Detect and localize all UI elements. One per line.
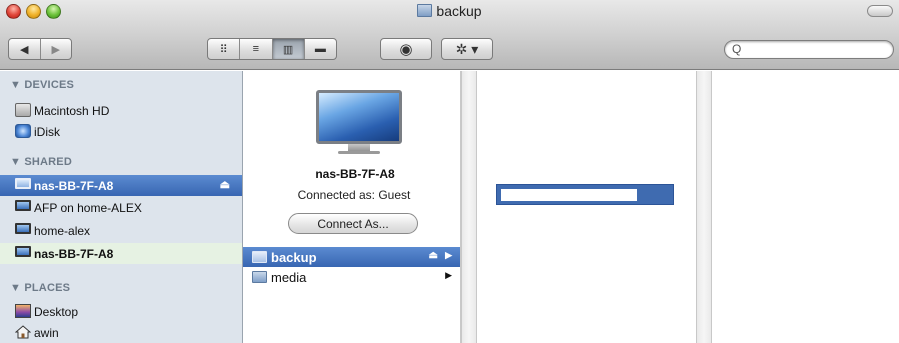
quick-look-button[interactable]: ◉	[380, 38, 432, 60]
back-button[interactable]: ◀	[9, 43, 40, 56]
sidebar-item-label: iDisk	[34, 124, 60, 139]
share-item-media[interactable]: media ▶	[243, 267, 460, 287]
toggle-toolbar-button[interactable]	[867, 5, 893, 17]
sidebar-item-desktop[interactable]: Desktop	[0, 301, 242, 322]
loading-progress-bar	[496, 184, 674, 205]
home-icon	[14, 325, 32, 339]
network-folder-icon	[417, 4, 433, 17]
column-resize-handle[interactable]	[461, 71, 477, 343]
sidebar-item-label: Desktop	[34, 304, 79, 319]
search-field[interactable]: Q	[724, 40, 894, 59]
sidebar-item-awin[interactable]: awin	[0, 322, 242, 343]
eye-icon: ◉	[399, 41, 413, 58]
finder-window: backup ◀ ▶ ⠿ ≡ ▥ ▬ ◉ ✲ ▾ Q ▼ DEVICES Mac…	[0, 0, 899, 343]
column-server: nas-BB-7F-A8 Connected as: Guest Connect…	[243, 71, 461, 343]
gear-icon: ✲ ▾	[455, 40, 479, 57]
share-item-backup[interactable]: backup ⏏ ▶	[243, 247, 460, 267]
sidebar-item-home-alex[interactable]: home-alex	[0, 220, 242, 241]
coverflow-view-button[interactable]: ▬	[305, 39, 336, 59]
window-title-bar: backup	[0, 3, 899, 19]
sidebar-item-label: nas-BB-7F-A8	[34, 178, 114, 193]
back-forward-buttons: ◀ ▶	[8, 38, 72, 60]
sidebar-item-idisk[interactable]: iDisk	[0, 121, 242, 142]
icon-view-button[interactable]: ⠿	[208, 39, 241, 59]
disclosure-arrow-icon: ▶	[445, 250, 452, 260]
window-title: backup	[436, 3, 482, 19]
desktop-icon	[15, 304, 31, 318]
list-view-button[interactable]: ≡	[240, 39, 273, 59]
share-folder-icon	[252, 271, 267, 283]
column-resize-handle[interactable]	[696, 71, 712, 343]
search-icon: Q	[732, 42, 742, 56]
hard-drive-icon	[15, 103, 31, 117]
eject-icon[interactable]: ⏏	[429, 250, 438, 261]
sidebar-item-label: awin	[34, 325, 59, 340]
server-name: nas-BB-7F-A8	[315, 167, 395, 181]
window-chrome: backup ◀ ▶ ⠿ ≡ ▥ ▬ ◉ ✲ ▾ Q	[0, 0, 899, 70]
column-backup-contents	[478, 71, 696, 343]
sidebar-item-label: AFP on home-ALEX	[34, 200, 142, 215]
sidebar-item-label: nas-BB-7F-A8	[34, 246, 114, 261]
sidebar-item-nas[interactable]: nas-BB-7F-A8	[0, 243, 242, 264]
eject-icon[interactable]: ⏏	[220, 178, 230, 191]
connect-as-button[interactable]: Connect As...	[288, 213, 418, 234]
sidebar-item-afp-home-alex[interactable]: AFP on home-ALEX	[0, 197, 242, 218]
forward-button[interactable]: ▶	[41, 43, 72, 56]
sidebar-header-shared[interactable]: ▼ SHARED	[10, 156, 72, 168]
loading-progress-track	[501, 189, 637, 201]
sidebar-header-devices[interactable]: ▼ DEVICES	[10, 79, 74, 91]
server-monitor-icon	[316, 90, 402, 154]
share-item-label: media	[271, 269, 307, 285]
action-menu-button[interactable]: ✲ ▾	[441, 38, 493, 60]
idisk-icon	[15, 124, 31, 138]
monitor-icon	[15, 178, 31, 189]
sidebar-item-label: Macintosh HD	[34, 103, 110, 118]
disclosure-arrow-icon: ▶	[445, 270, 452, 280]
column-empty	[712, 71, 899, 343]
sidebar-header-places[interactable]: ▼ PLACES	[10, 282, 70, 294]
sidebar: ▼ DEVICES Macintosh HD iDisk ▼ SHARED na…	[0, 71, 243, 343]
monitor-icon	[15, 223, 31, 234]
sidebar-item-label: home-alex	[34, 223, 91, 238]
monitor-icon	[15, 246, 31, 257]
monitor-icon	[15, 200, 31, 211]
share-folder-icon	[252, 251, 267, 263]
view-mode-segmented-control: ⠿ ≡ ▥ ▬	[207, 38, 337, 60]
sidebar-item-macintosh-hd[interactable]: Macintosh HD	[0, 100, 242, 121]
connection-status: Connected as: Guest	[297, 188, 411, 202]
sidebar-item-nas-selected[interactable]: nas-BB-7F-A8 ⏏	[0, 175, 242, 196]
column-view-button[interactable]: ▥	[272, 39, 305, 59]
share-item-label: backup	[271, 249, 317, 265]
